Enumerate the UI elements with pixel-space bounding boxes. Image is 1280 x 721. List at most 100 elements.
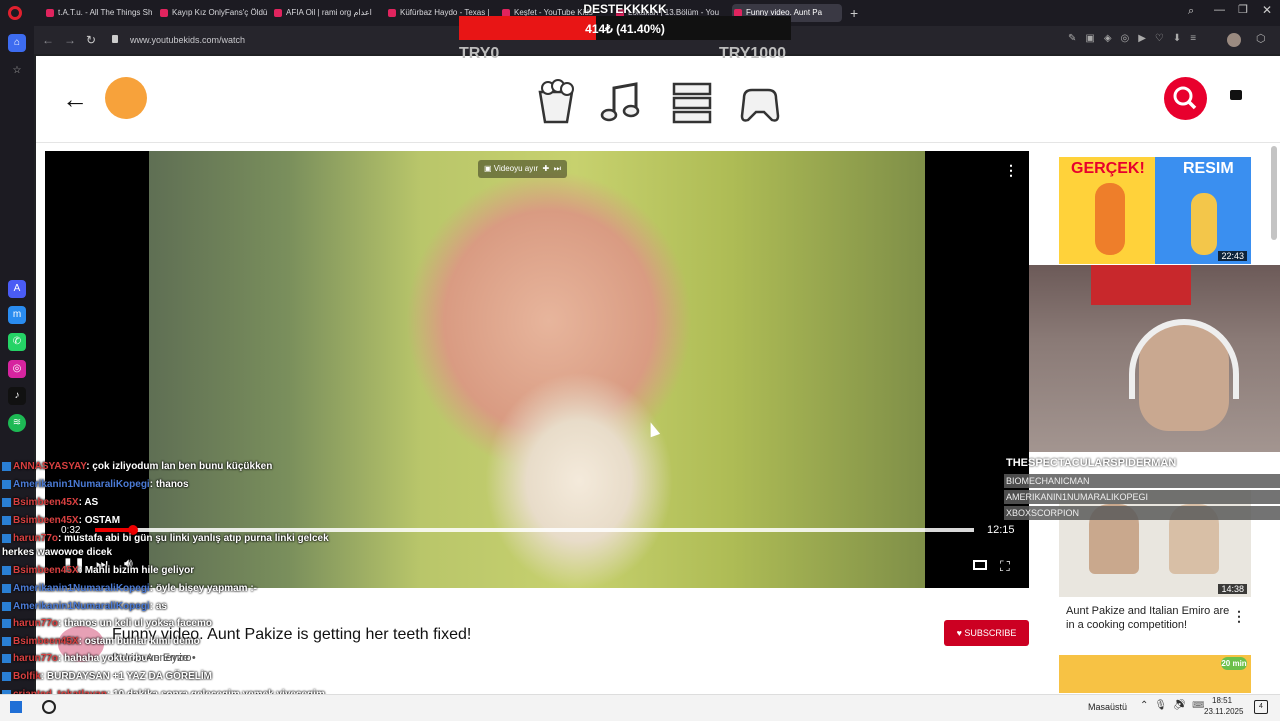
chat-text: : mustafa abi bi gün şu linki yanlış atı… <box>58 533 329 544</box>
back-arrow-icon[interactable]: ← <box>62 84 88 114</box>
chat-text: : OSTAM <box>78 515 121 526</box>
chat-text: : çok izliyodum lan ben bunu küçükken <box>86 461 273 472</box>
chat-text: herkes wawowoe dicek <box>2 547 113 558</box>
search-button[interactable] <box>1164 77 1207 120</box>
more-options-icon[interactable]: ⋮ <box>1232 608 1246 625</box>
theater-mode-icon[interactable] <box>973 560 987 570</box>
maximize-icon[interactable]: ❐ <box>1238 3 1248 16</box>
youtube-icon <box>160 9 168 17</box>
search-icon[interactable] <box>42 700 56 714</box>
youtube-icon <box>388 9 396 17</box>
chat-badge-icon <box>2 671 11 681</box>
home-icon[interactable]: ⌂ <box>8 34 26 52</box>
browser-tab[interactable]: Kayıp Kız OnlyFans'ç Öldü <box>158 4 268 22</box>
extensions-icon[interactable]: ⬡ <box>1256 32 1266 45</box>
chat-username: Amerikanin1NumaraliKopegi <box>13 601 150 612</box>
youtube-icon <box>46 9 54 17</box>
start-icon[interactable] <box>10 701 22 713</box>
search-icon <box>1173 86 1197 110</box>
music-category-icon[interactable] <box>596 78 648 126</box>
gaming-category-icon[interactable] <box>734 78 786 126</box>
subscriber-name: BIOMECHANICMAN <box>1006 476 1090 486</box>
chat-username: Bsimbeen45X <box>13 636 79 647</box>
chat-badge-icon <box>2 533 11 543</box>
notification-icon[interactable]: 4 <box>1254 700 1268 714</box>
chat-username: Bolfik <box>13 671 41 682</box>
chat-badge-icon <box>2 583 11 593</box>
thumb-text-right: RESIM <box>1183 160 1234 177</box>
star-icon[interactable]: ☆ <box>8 62 26 80</box>
instagram-icon[interactable]: ◎ <box>8 360 26 378</box>
messenger-icon[interactable]: m <box>8 306 26 324</box>
chat-text: : as <box>149 601 167 612</box>
forward-icon[interactable]: → <box>64 26 76 54</box>
duration-badge: 14:38 <box>1218 584 1247 594</box>
scrollbar[interactable] <box>1271 146 1277 240</box>
chat-message: harun77o: mustafa abi bi gün şu linki ya… <box>2 532 329 546</box>
browser-tab[interactable]: AFIA Oil | rami org اعدام <box>272 4 382 22</box>
minimize-icon[interactable]: — <box>1214 4 1225 16</box>
more-options-icon[interactable]: ⋮ <box>1004 162 1018 179</box>
back-icon[interactable]: ← <box>42 26 54 54</box>
chat-badge-icon <box>2 497 11 507</box>
headphones <box>1129 319 1239 399</box>
clock-time[interactable]: 18:51 <box>1212 696 1232 705</box>
chat-text: : Mahli bizim hile geliyor <box>78 565 195 576</box>
desktop-label[interactable]: Masaüstü <box>1088 702 1127 712</box>
wall-flag <box>1091 265 1191 305</box>
new-tab-button[interactable]: + <box>850 4 858 22</box>
tiktok-icon[interactable]: ♪ <box>8 387 26 405</box>
chat-username: harun77o <box>13 653 59 664</box>
thumb-text-left: GERÇEK! <box>1071 160 1145 177</box>
close-icon[interactable]: ✕ <box>1262 3 1272 17</box>
character-figure <box>1191 193 1217 255</box>
explore-category-icon[interactable] <box>666 78 718 126</box>
chat-username: Amerikanin1NumaraliKopegi <box>13 583 150 594</box>
chat-badge-icon <box>2 479 11 489</box>
subscriber-name: AMERIKANIN1NUMARALIKOPEGI <box>1006 492 1149 502</box>
chat-username: Bsimbeen45X <box>13 565 79 576</box>
spotify-icon[interactable]: ≋ <box>8 414 26 432</box>
clock-date[interactable]: 23.11.2025 <box>1204 707 1243 716</box>
toolbar-icons[interactable]: ✎▣◈◎▶♡⬇≡ <box>1068 33 1205 44</box>
profile-avatar[interactable] <box>105 77 147 119</box>
lock-parental-icon[interactable] <box>1230 90 1242 100</box>
chat-message: Bolfik: BURDAYSAN +1 YAZ DA GÖRELİM <box>2 670 212 684</box>
suggested-video-thumbnail[interactable]: GERÇEK! RESIM 22:43 <box>1059 157 1251 264</box>
chat-message: Bsimbeen45X: OSTAM <box>2 514 120 528</box>
goal-max: TRY1000 <box>719 45 786 62</box>
chat-badge-icon <box>2 515 11 525</box>
opera-logo-icon[interactable] <box>8 6 22 20</box>
avatar[interactable] <box>1227 33 1241 47</box>
chat-message: Bsimbeen45X: ostam bunlar kimi demo <box>2 635 200 649</box>
chat-text: : AS <box>78 497 99 508</box>
character-figure <box>1095 183 1125 255</box>
suggested-video-title[interactable]: Aunt Pakize and Italian Emiro are in a c… <box>1066 604 1230 632</box>
chat-badge-icon <box>2 618 11 628</box>
tray-icons[interactable]: ⌃🎙︎🔊︎⌨︎ <box>1140 700 1210 711</box>
subscriber-name: XBOXSCORPION <box>1006 508 1080 518</box>
sub-label: SUB <box>1264 455 1277 461</box>
aria-icon[interactable]: A <box>8 280 26 298</box>
reload-icon[interactable]: ↻ <box>86 26 96 54</box>
whatsapp-icon[interactable]: ✆ <box>8 333 26 351</box>
chat-username: Bsimbeen45X <box>13 515 79 526</box>
chat-text: : thanos un keli ul yoksa facemo <box>58 618 212 629</box>
chat-text: : öyle bişey yapmam :- <box>149 583 257 594</box>
suggested-video-thumbnail[interactable]: 20 min <box>1059 655 1251 693</box>
chat-message: harun77o: hahaha yoktur bu <box>2 652 147 666</box>
chat-message: Amerikanin1NumaraliKopegi: öyle bişey ya… <box>2 582 257 596</box>
chat-badge-icon <box>2 601 11 611</box>
webcam-overlay <box>1029 265 1280 452</box>
chat-message: Amerikanin1NumaraliKopegi: thanos <box>2 478 189 492</box>
chat-text: : hahaha yoktur bu <box>58 653 148 664</box>
subscribe-button[interactable]: ♥ SUBSCRIBE <box>944 620 1029 646</box>
chat-username: Amerikanin1NumaraliKopegi <box>13 479 150 490</box>
detach-video-button[interactable]: ▣ Videoyu ayır ✚ ⏭ <box>478 160 567 178</box>
duration: 12:15 <box>987 524 1015 536</box>
duration-badge: 20 min <box>1221 657 1247 670</box>
browser-tab[interactable]: t.A.T.u. - All The Things Sh <box>44 4 154 22</box>
shows-category-icon[interactable] <box>530 78 582 126</box>
search-tabs-icon[interactable]: ⌕ <box>1188 5 1194 18</box>
fullscreen-icon[interactable]: ⛶ <box>1000 558 1010 575</box>
